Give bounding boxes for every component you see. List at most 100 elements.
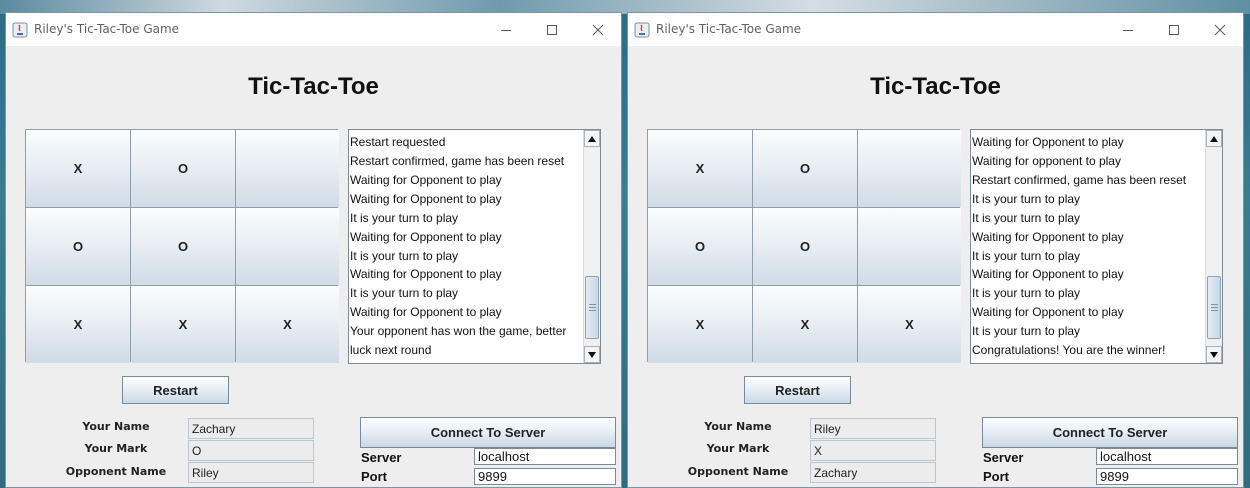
log-scrollbar[interactable]	[1205, 130, 1222, 363]
server-input[interactable]: localhost	[474, 448, 616, 465]
log-line: Waiting for Opponent to play	[350, 191, 502, 206]
board-cell-2[interactable]: O	[753, 130, 857, 207]
arrow-down-icon	[588, 351, 596, 358]
game-board: X O O O X X X	[647, 129, 961, 363]
scroll-up-button[interactable]	[1206, 130, 1222, 147]
minimize-icon	[501, 29, 511, 31]
board-cell-9[interactable]: X	[858, 286, 961, 363]
minimize-button[interactable]	[483, 13, 529, 46]
log-line: Waiting for Opponent to play	[350, 267, 502, 282]
connect-button[interactable]: Connect To Server	[982, 417, 1238, 448]
game-window: Riley's Tic-Tac-Toe Game Tic-Tac-Toe X O…	[627, 12, 1244, 488]
board-cell-9[interactable]: X	[236, 286, 339, 363]
close-button[interactable]	[575, 13, 621, 46]
your-name-label: Your Name	[82, 420, 150, 433]
connect-button[interactable]: Connect To Server	[360, 417, 616, 448]
java-app-icon	[634, 22, 650, 38]
board-cell-7[interactable]: X	[648, 286, 752, 363]
close-icon	[592, 24, 604, 35]
game-heading: Tic-Tac-Toe	[248, 73, 379, 100]
log-line: It is your turn to play	[972, 286, 1081, 301]
log-line: Restart confirmed, game has been reset	[350, 154, 565, 169]
board-cell-8[interactable]: X	[131, 286, 235, 363]
minimize-button[interactable]	[1105, 13, 1151, 46]
your-mark-field: O	[188, 440, 314, 461]
scroll-down-button[interactable]	[1206, 346, 1222, 363]
board-cell-1[interactable]: X	[648, 130, 752, 207]
grip-line	[1211, 307, 1218, 308]
log-scrollbar[interactable]	[583, 130, 600, 363]
maximize-button[interactable]	[1151, 13, 1197, 46]
log-line: Congratulations! You are the winner!	[972, 343, 1166, 358]
message-log[interactable]: Restart requested Restart confirmed, gam…	[348, 129, 601, 364]
port-label: Port	[361, 469, 387, 484]
log-line: Waiting for Opponent to play	[350, 229, 502, 244]
board-cell-2[interactable]: O	[131, 130, 235, 207]
log-line: Waiting for Opponent to play	[972, 305, 1124, 320]
board-cell-5[interactable]: O	[131, 208, 235, 285]
arrow-down-icon	[1210, 351, 1218, 358]
opponent-name-field: Riley	[188, 462, 314, 483]
log-line: It is your turn to play	[350, 210, 459, 225]
arrow-up-icon	[1210, 135, 1218, 142]
message-log[interactable]: Waiting for Opponent to play Waiting for…	[970, 129, 1223, 364]
your-mark-label: Your Mark	[706, 442, 770, 455]
board-cell-1[interactable]: X	[26, 130, 130, 207]
your-mark-field: X	[810, 440, 936, 461]
restart-button[interactable]: Restart	[744, 376, 851, 404]
opponent-name-label: Opponent Name	[687, 465, 789, 478]
your-name-label: Your Name	[704, 420, 772, 433]
scroll-down-button[interactable]	[584, 346, 600, 363]
maximize-button[interactable]	[529, 13, 575, 46]
scroll-thumb[interactable]	[1207, 276, 1221, 339]
port-label: Port	[983, 469, 1009, 484]
log-lines: Waiting for Opponent to play Waiting for…	[972, 133, 1205, 360]
scroll-up-button[interactable]	[584, 130, 600, 147]
log-line: It is your turn to play	[972, 324, 1081, 339]
board-cell-6[interactable]	[858, 208, 961, 285]
window-title: Riley's Tic-Tac-Toe Game	[34, 22, 180, 36]
minimize-icon	[1123, 29, 1133, 31]
log-line: It is your turn to play	[972, 191, 1081, 206]
board-cell-4[interactable]: O	[648, 208, 752, 285]
log-line: Waiting for Opponent to play	[350, 305, 502, 320]
your-name-field: Zachary	[188, 418, 314, 439]
java-app-icon	[12, 22, 28, 38]
board-cell-6[interactable]	[236, 208, 339, 285]
opponent-name-field: Zachary	[810, 462, 936, 483]
log-line: Waiting for Opponent to play	[972, 135, 1124, 150]
port-input[interactable]: 9899	[1096, 468, 1238, 485]
log-line: Restart confirmed, game has been reset	[972, 172, 1187, 187]
server-input[interactable]: localhost	[1096, 448, 1238, 465]
close-button[interactable]	[1197, 13, 1243, 46]
your-mark-label: Your Mark	[84, 442, 148, 455]
log-line: It is your turn to play	[350, 248, 459, 263]
grip-line	[589, 310, 596, 311]
your-name-field: Riley	[810, 418, 936, 439]
log-line: Waiting for opponent to play	[972, 154, 1121, 169]
opponent-name-label: Opponent Name	[65, 465, 167, 478]
scroll-thumb[interactable]	[585, 276, 599, 339]
window-title: Riley's Tic-Tac-Toe Game	[656, 22, 802, 36]
title-bar[interactable]: Riley's Tic-Tac-Toe Game	[6, 13, 621, 46]
board-cell-5[interactable]: O	[753, 208, 857, 285]
board-cell-3[interactable]	[858, 130, 961, 207]
log-line: Restart requested	[350, 135, 446, 150]
arrow-up-icon	[588, 135, 596, 142]
server-label: Server	[361, 450, 402, 465]
log-line: It is your turn to play	[350, 286, 459, 301]
board-cell-3[interactable]	[236, 130, 339, 207]
title-bar[interactable]: Riley's Tic-Tac-Toe Game	[628, 13, 1243, 46]
board-cell-7[interactable]: X	[26, 286, 130, 363]
maximize-icon	[547, 24, 557, 35]
grip-line	[589, 307, 596, 308]
port-input[interactable]: 9899	[474, 468, 616, 485]
board-cell-8[interactable]: X	[753, 286, 857, 363]
log-line: It is your turn to play	[972, 210, 1081, 225]
game-heading: Tic-Tac-Toe	[870, 73, 1001, 100]
restart-button[interactable]: Restart	[122, 376, 229, 404]
game-board: X O O O X X X	[25, 129, 339, 363]
maximize-icon	[1169, 24, 1179, 35]
board-cell-4[interactable]: O	[26, 208, 130, 285]
log-line: Waiting for Opponent to play	[350, 172, 502, 187]
